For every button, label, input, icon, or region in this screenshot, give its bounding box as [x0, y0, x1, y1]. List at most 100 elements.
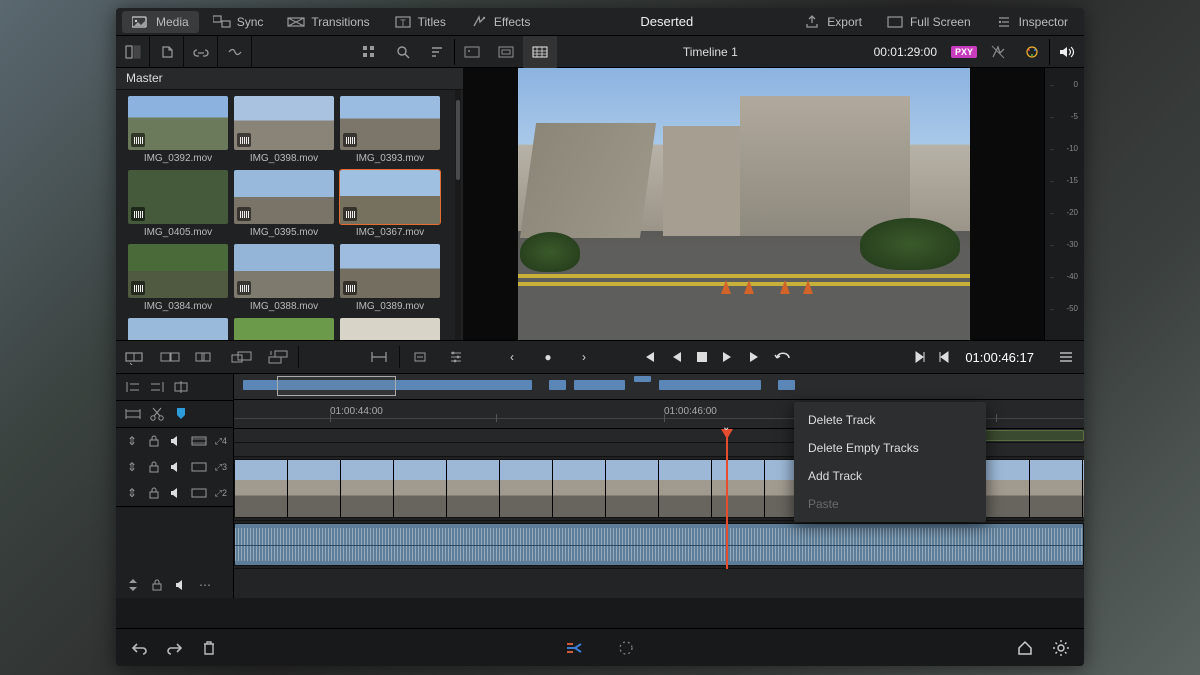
overlay-3-button[interactable] — [523, 36, 557, 68]
undo-button[interactable] — [130, 640, 148, 656]
range-icon[interactable] — [124, 405, 142, 423]
ctx-delete-empty-tracks[interactable]: Delete Empty Tracks — [794, 434, 986, 462]
sort-button[interactable] — [420, 36, 454, 68]
clip-item[interactable]: IMG_0393.mov — [340, 96, 440, 164]
overlay-1-button[interactable] — [455, 36, 489, 68]
bin-grid[interactable]: IMG_0392.movIMG_0398.movIMG_0393.movIMG_… — [116, 90, 463, 340]
speaker-button[interactable] — [1050, 36, 1084, 68]
trim-mode-button[interactable] — [361, 340, 397, 374]
timeline-menu-button[interactable] — [1048, 340, 1084, 374]
import-button[interactable] — [150, 36, 184, 68]
playhead[interactable] — [726, 429, 728, 569]
append-button[interactable] — [152, 340, 188, 374]
search-button[interactable] — [386, 36, 420, 68]
track-v2-mute-icon[interactable] — [168, 484, 184, 502]
track-v3-lock-icon[interactable] — [146, 458, 162, 476]
clip-item[interactable]: IMG_0405.mov — [128, 170, 228, 238]
trim-end-icon[interactable] — [148, 378, 166, 396]
titles-tab[interactable]: T Titles — [384, 11, 456, 33]
loop-button[interactable] — [774, 350, 792, 364]
track-swap-v2[interactable]: ⤢2 — [213, 484, 229, 502]
overlay-2-button[interactable] — [489, 36, 523, 68]
transitions-tab[interactable]: Transitions — [277, 11, 379, 33]
track-swap-v4[interactable]: ⤢4 — [213, 432, 229, 450]
clip-item[interactable]: IMG_0392.mov — [128, 96, 228, 164]
smart-insert-button[interactable] — [116, 340, 152, 374]
jog-prev[interactable]: ‹ — [494, 340, 530, 374]
play-button[interactable] — [720, 350, 734, 364]
stop-button[interactable] — [696, 351, 708, 363]
next-edit-button[interactable] — [913, 350, 927, 364]
clip-item[interactable]: IMG_0388.mov — [234, 244, 334, 312]
audio-clip[interactable] — [234, 523, 1084, 566]
track-a1[interactable]: A1 — [234, 521, 1084, 569]
clip-item[interactable]: IMG_0384.mov — [128, 244, 228, 312]
clip-item[interactable]: IMG_0389.mov — [340, 244, 440, 312]
clip-item[interactable]: IMG_0367.mov — [340, 170, 440, 238]
track-v2-lock-icon[interactable] — [146, 484, 162, 502]
page-loading-icon[interactable] — [617, 639, 635, 657]
lock-all-icon[interactable] — [148, 576, 166, 594]
ripple-overwrite-button[interactable] — [188, 340, 224, 374]
clip-item[interactable] — [340, 318, 440, 340]
closeup-button[interactable] — [224, 340, 260, 374]
track-v2-resize-icon[interactable]: ⇕ — [124, 484, 140, 502]
ctx-add-track[interactable]: Add Track — [794, 462, 986, 490]
track-v3-mute-icon[interactable] — [168, 458, 184, 476]
clip-item[interactable] — [234, 318, 334, 340]
fullscreen-button[interactable]: Full Screen — [876, 11, 981, 33]
tools-menu-button[interactable] — [402, 340, 438, 374]
viewer-timecode[interactable]: 00:01:29:00 — [864, 45, 947, 59]
timeline-overview[interactable] — [234, 374, 1084, 400]
trim-start-icon[interactable] — [124, 378, 142, 396]
clip-item[interactable]: IMG_0398.mov — [234, 96, 334, 164]
film-strip-icon[interactable] — [191, 432, 207, 450]
timeline-timecode[interactable]: 01:00:46:17 — [951, 350, 1048, 365]
prev-edit-button[interactable] — [937, 350, 951, 364]
track-v3-resize-icon[interactable]: ⇕ — [124, 458, 140, 476]
track-v4-resize-icon[interactable]: ⇕ — [124, 432, 140, 450]
clip-item[interactable]: IMG_0395.mov — [234, 170, 334, 238]
film-strip3-icon[interactable] — [191, 484, 207, 502]
film-strip2-icon[interactable] — [191, 458, 207, 476]
razor-icon[interactable] — [148, 405, 166, 423]
timeline-main[interactable]: 01:00:44:00 01:00:46:00 ⌄ fx ✲ V1 A — [234, 374, 1084, 598]
ctx-delete-track[interactable]: Delete Track — [794, 406, 986, 434]
panel-layout-1-button[interactable] — [116, 36, 150, 68]
jog-next[interactable]: › — [566, 340, 602, 374]
bin-header[interactable]: Master — [116, 68, 463, 90]
transition-button[interactable] — [218, 36, 252, 68]
media-tab[interactable]: Media — [122, 11, 199, 33]
collapse-icon[interactable] — [124, 576, 142, 594]
export-button[interactable]: Export — [793, 11, 872, 33]
inspector-button[interactable]: Inspector — [985, 11, 1078, 33]
view-grid-button[interactable] — [352, 36, 386, 68]
track-v4-mute-icon[interactable] — [168, 432, 184, 450]
color-menu-button[interactable] — [1015, 36, 1049, 68]
home-button[interactable] — [1016, 640, 1034, 656]
link-clip-button[interactable] — [184, 36, 218, 68]
bin-scrollbar[interactable] — [455, 90, 461, 340]
options-icon[interactable]: ⋯ — [196, 576, 214, 594]
redo-button[interactable] — [166, 640, 184, 656]
mute-all-icon[interactable] — [172, 576, 190, 594]
clip-item[interactable] — [128, 318, 228, 340]
marker-icon[interactable] — [172, 405, 190, 423]
effects-tab[interactable]: Effects — [460, 11, 540, 33]
proxy-toggle[interactable]: PXY — [947, 36, 981, 68]
jog-record[interactable]: ● — [530, 340, 566, 374]
settings-button[interactable] — [1052, 639, 1070, 657]
split-icon[interactable] — [172, 378, 190, 396]
track-v4-lock-icon[interactable] — [146, 432, 162, 450]
track-swap-v3[interactable]: ⤢3 — [213, 458, 229, 476]
play-rev-button[interactable] — [670, 350, 684, 364]
viewer-canvas[interactable] — [464, 68, 1044, 340]
place-ontop-button[interactable] — [260, 340, 296, 374]
sliders-button[interactable] — [438, 340, 474, 374]
sync-tab[interactable]: Sync — [203, 11, 274, 33]
bypass-fx-button[interactable] — [981, 36, 1015, 68]
page-cut-icon[interactable] — [565, 639, 583, 657]
delete-button[interactable] — [202, 640, 216, 656]
go-start-button[interactable] — [642, 350, 658, 364]
go-end-button[interactable] — [746, 350, 762, 364]
